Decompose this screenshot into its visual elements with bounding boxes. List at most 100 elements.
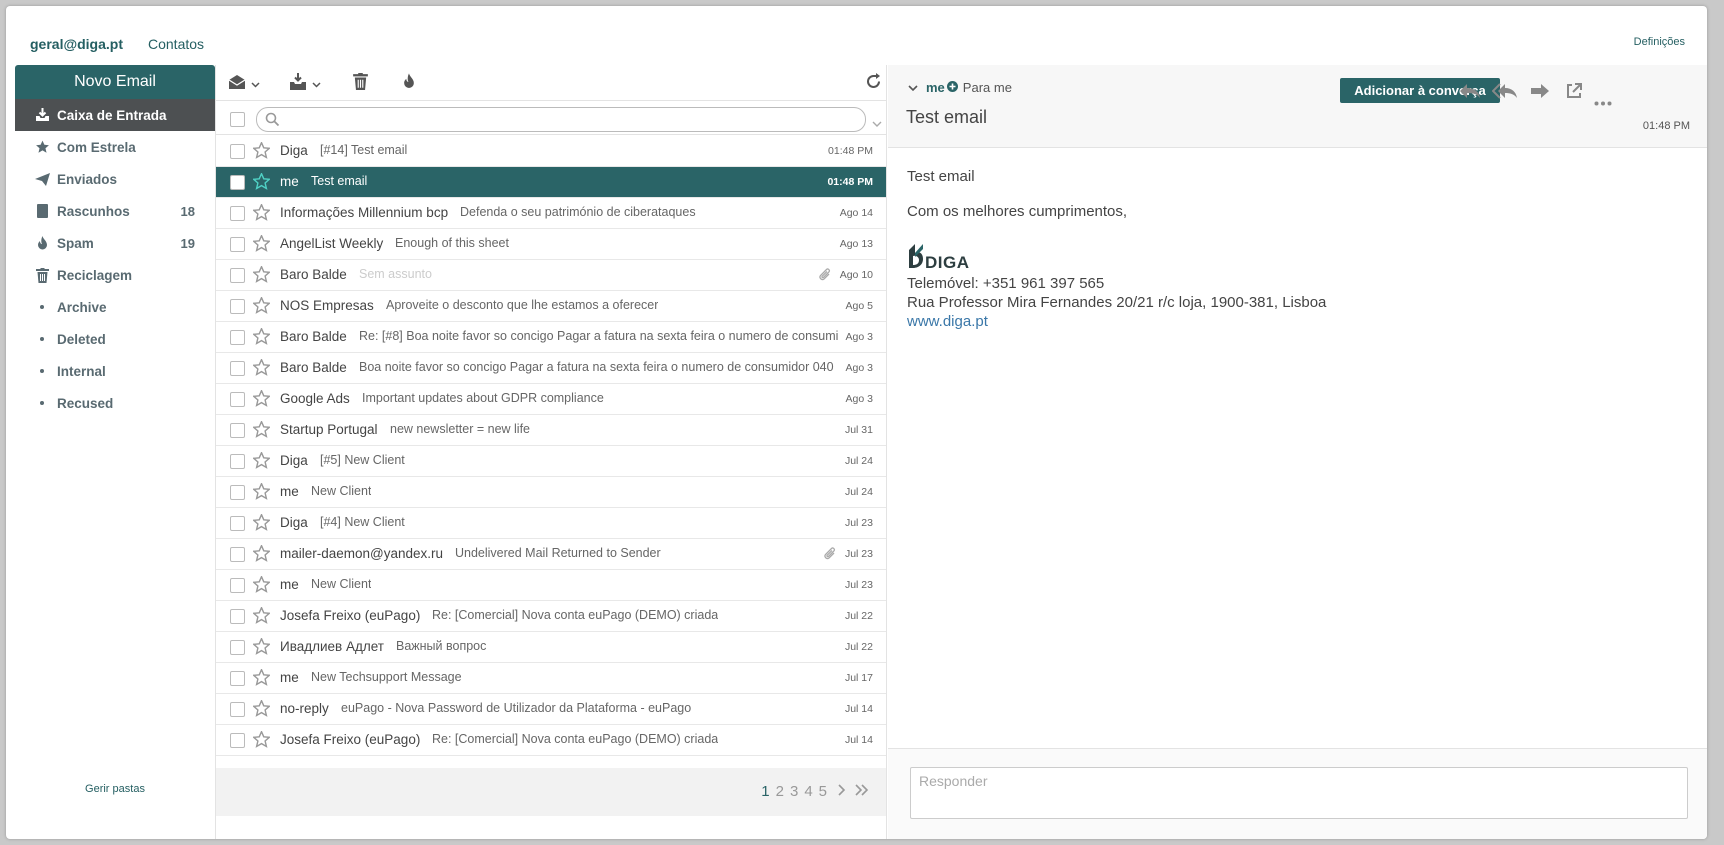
email-row[interactable]: Josefa Freixo (euPago) Re: [Comercial] No… [216, 601, 886, 632]
row-checkbox[interactable] [230, 547, 245, 562]
star-icon[interactable] [252, 264, 271, 286]
email-row[interactable]: me New Client Jul 23 [216, 570, 886, 601]
star-icon[interactable] [252, 326, 271, 348]
email-row[interactable]: Startup Portugal new newsletter = new lif… [216, 415, 886, 446]
star-icon[interactable] [252, 543, 271, 565]
row-checkbox[interactable] [230, 671, 245, 686]
row-checkbox[interactable] [230, 485, 245, 500]
sender-name[interactable]: me [926, 80, 945, 95]
sidebar-item-recused[interactable]: Recused [15, 387, 215, 419]
mark-read-dropdown[interactable] [228, 74, 260, 94]
star-icon[interactable] [252, 667, 271, 689]
star-icon[interactable] [252, 636, 271, 658]
star-icon[interactable] [252, 729, 271, 751]
page-3-link[interactable]: 3 [790, 783, 798, 800]
row-checkbox[interactable] [230, 361, 245, 376]
page-5-link[interactable]: 5 [819, 783, 827, 800]
star-icon[interactable] [252, 419, 271, 441]
row-checkbox[interactable] [230, 268, 245, 283]
row-checkbox[interactable] [230, 423, 245, 438]
row-checkbox[interactable] [230, 454, 245, 469]
sidebar-item-deleted[interactable]: Deleted [15, 323, 215, 355]
row-checkbox[interactable] [230, 640, 245, 655]
email-row[interactable]: Josefa Freixo (euPago) Re: [Comercial] No… [216, 725, 886, 756]
sidebar-item-spam[interactable]: Spam 19 [15, 227, 215, 259]
contacts-link[interactable]: Contatos [148, 36, 204, 52]
spam-button[interactable] [402, 73, 416, 94]
star-icon[interactable] [252, 450, 271, 472]
row-checkbox[interactable] [230, 733, 245, 748]
reply-all-button[interactable] [1491, 83, 1518, 103]
row-checkbox[interactable] [230, 299, 245, 314]
star-icon[interactable] [252, 512, 271, 534]
sidebar-item-archive[interactable]: Archive [15, 291, 215, 323]
star-icon[interactable] [252, 388, 271, 410]
star-icon[interactable] [252, 171, 271, 193]
row-checkbox[interactable] [230, 330, 245, 345]
email-row[interactable]: Baro Balde Re: [#8] Boa noite favor so co… [216, 322, 886, 353]
email-row[interactable]: Google Ads Important updates about GDPR c… [216, 384, 886, 415]
email-row[interactable]: me New Techsupport Message Jul 17 [216, 663, 886, 694]
star-icon[interactable] [252, 295, 271, 317]
row-checkbox[interactable] [230, 578, 245, 593]
account-link[interactable]: geral@diga.pt [30, 36, 123, 52]
row-checkbox[interactable] [230, 392, 245, 407]
page-4-link[interactable]: 4 [804, 783, 812, 800]
star-icon[interactable] [252, 202, 271, 224]
row-checkbox[interactable] [230, 237, 245, 252]
row-checkbox[interactable] [230, 206, 245, 221]
page-2-link[interactable]: 2 [776, 783, 784, 800]
star-icon[interactable] [252, 481, 271, 503]
more-options-button[interactable] [1594, 93, 1612, 113]
open-external-button[interactable] [1566, 83, 1582, 103]
email-row[interactable]: Baro Balde Boa noite favor so concigo Pag… [216, 353, 886, 384]
row-checkbox[interactable] [230, 702, 245, 717]
chevron-down-icon[interactable] [872, 115, 882, 133]
settings-link[interactable]: Definições [1634, 36, 1685, 48]
email-row[interactable]: Diga [#5] New Client Jul 24 [216, 446, 886, 477]
email-row[interactable]: me Test email 01:48 PM [216, 167, 886, 198]
star-icon[interactable] [252, 233, 271, 255]
star-icon[interactable] [252, 605, 271, 627]
star-icon[interactable] [252, 698, 271, 720]
sidebar-item-starred[interactable]: Com Estrela [15, 131, 215, 163]
row-checkbox[interactable] [230, 144, 245, 159]
row-checkbox[interactable] [230, 175, 245, 190]
move-dropdown[interactable] [289, 73, 321, 94]
new-email-button[interactable]: Novo Email [15, 65, 215, 99]
email-row[interactable]: Diga [#14] Test email 01:48 PM [216, 136, 886, 167]
next-page-icon[interactable] [837, 783, 846, 800]
forward-button[interactable] [1530, 83, 1550, 103]
email-row[interactable]: Diga [#4] New Client Jul 23 [216, 508, 886, 539]
add-contact-icon[interactable] [946, 80, 958, 95]
row-checkbox[interactable] [230, 516, 245, 531]
sidebar-item-internal[interactable]: Internal [15, 355, 215, 387]
email-row[interactable]: me New Client Jul 24 [216, 477, 886, 508]
star-icon[interactable] [252, 140, 271, 162]
email-row[interactable]: Baro Balde Sem assunto Ago 10 [216, 260, 886, 291]
delete-button[interactable] [353, 73, 368, 94]
email-row[interactable]: Ивадлиев Адлет Важный вопрос Jul 22 [216, 632, 886, 663]
sidebar-item-trash[interactable]: Reciclagem [15, 259, 215, 291]
select-all-checkbox[interactable] [230, 112, 245, 127]
signature-website-link[interactable]: www.diga.pt [907, 313, 988, 330]
star-icon[interactable] [252, 357, 271, 379]
sidebar-item-drafts[interactable]: Rascunhos 18 [15, 195, 215, 227]
row-checkbox[interactable] [230, 609, 245, 624]
email-row[interactable]: no-reply euPago - Nova Password de Utiliz… [216, 694, 886, 725]
sidebar-item-inbox[interactable]: Caixa de Entrada [15, 99, 215, 131]
refresh-button[interactable] [865, 73, 882, 94]
reply-input[interactable] [911, 768, 1687, 818]
email-row[interactable]: mailer-daemon@yandex.ru Undelivered Mail … [216, 539, 886, 570]
page-1-link[interactable]: 1 [761, 783, 769, 800]
email-row[interactable]: AngelList Weekly Enough of this sheet Ago … [216, 229, 886, 260]
email-row[interactable]: Informações Millennium bcp Defenda o seu … [216, 198, 886, 229]
last-page-icon[interactable] [854, 783, 870, 800]
chevron-down-icon[interactable] [908, 80, 918, 95]
search-input[interactable] [256, 107, 866, 132]
sidebar-item-sent[interactable]: Enviados [15, 163, 215, 195]
star-icon[interactable] [252, 574, 271, 596]
email-row[interactable]: NOS Empresas Aproveite o desconto que lhe… [216, 291, 886, 322]
reply-button[interactable] [1459, 83, 1481, 103]
manage-folders-link[interactable]: Gerir pastas [15, 783, 215, 795]
